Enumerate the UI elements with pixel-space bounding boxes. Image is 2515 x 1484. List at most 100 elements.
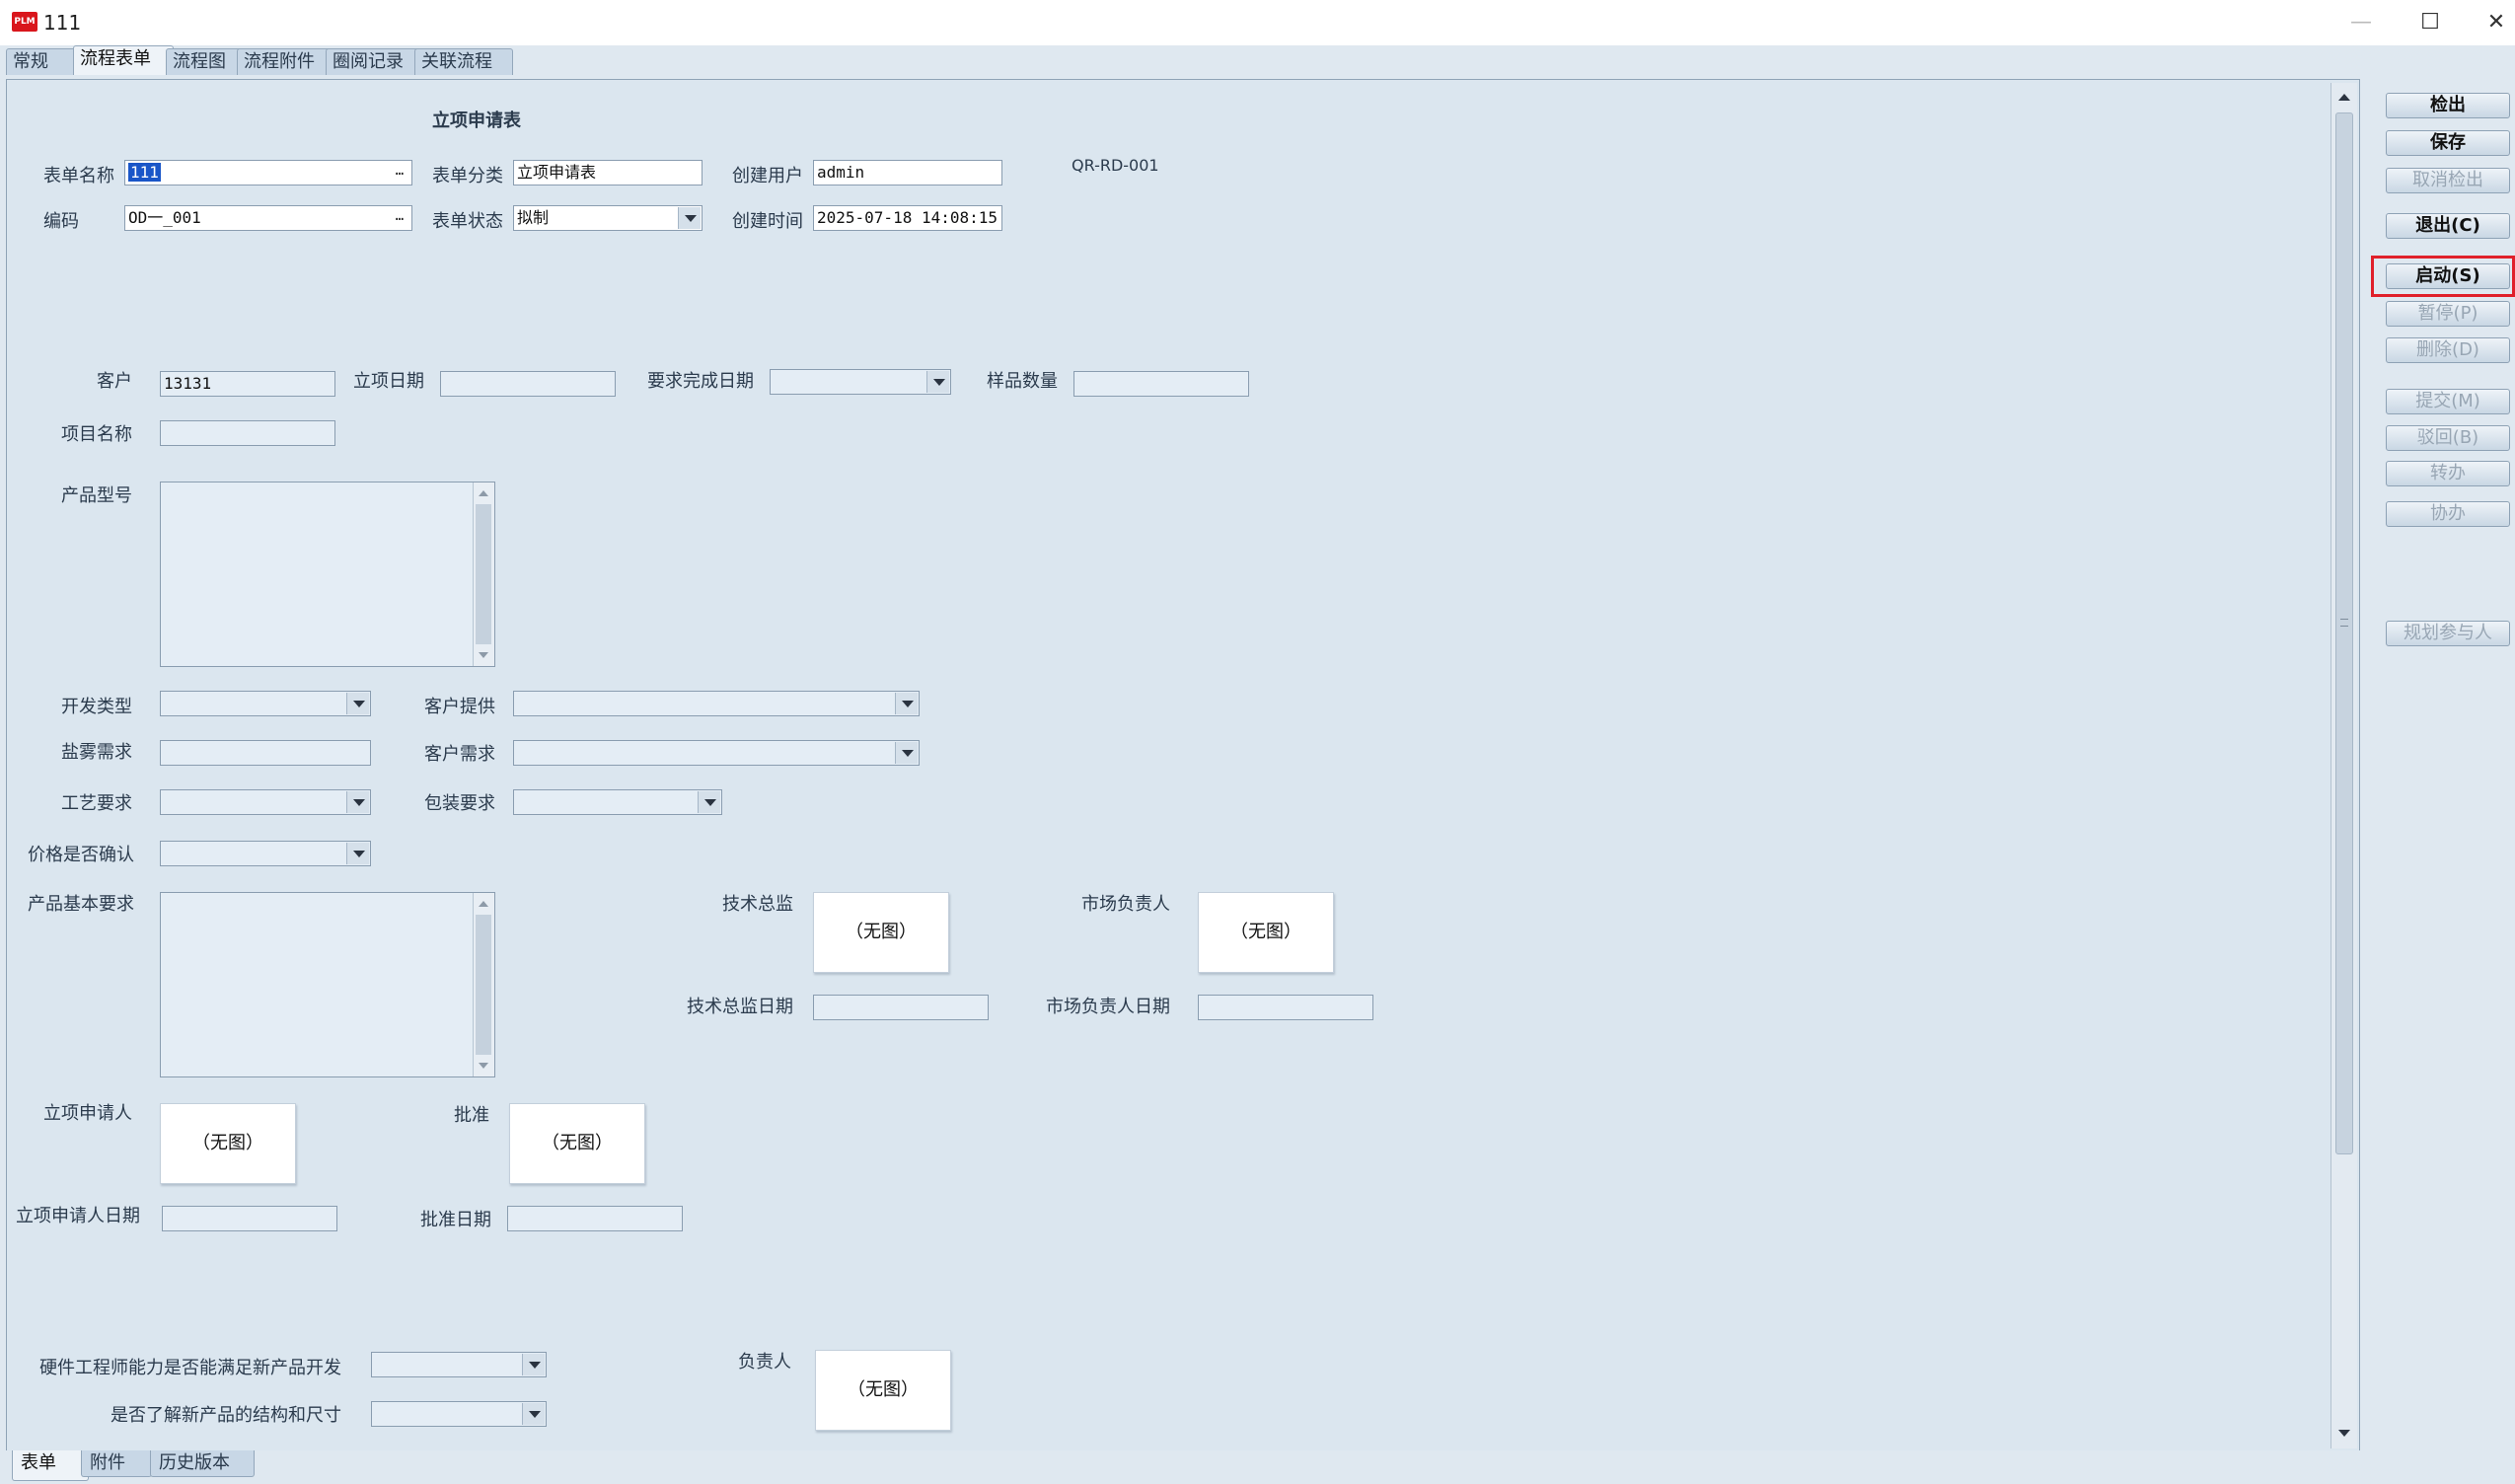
exit-button[interactable]: 退出(C)	[2386, 213, 2510, 239]
save-button[interactable]: 保存	[2386, 130, 2510, 156]
scroll-up-icon[interactable]	[477, 486, 490, 500]
market-lead-date-field[interactable]	[1198, 995, 1373, 1020]
top-tab-bar: 常规 流程表单 流程图 流程附件 圈阅记录 关联流程	[0, 45, 2515, 75]
form-name-label: 表单名称	[43, 166, 114, 186]
form-panel	[6, 79, 2360, 1452]
code-field[interactable]: OD一_001 …	[124, 205, 412, 231]
customer-demand-select[interactable]	[513, 740, 920, 766]
close-icon[interactable]: ✕	[2474, 6, 2515, 39]
tech-director-date-field[interactable]	[813, 995, 989, 1020]
applicant-date-field[interactable]	[162, 1206, 337, 1231]
tab-review-records[interactable]: 圈阅记录	[326, 48, 424, 75]
scroll-thumb[interactable]	[476, 504, 491, 644]
scroll-up-icon[interactable]	[477, 897, 490, 911]
status-label: 表单状态	[432, 211, 503, 232]
chevron-down-icon[interactable]	[522, 1354, 545, 1375]
tab-related-process[interactable]: 关联流程	[414, 48, 513, 75]
approve-date-field[interactable]	[507, 1206, 683, 1231]
window-title-bar: PLM 111 — ☐ ✕	[0, 0, 2515, 46]
owner-signature[interactable]: （无图）	[815, 1350, 951, 1431]
tab-attachments[interactable]: 附件	[81, 1450, 152, 1477]
price-confirmed-label: 价格是否确认	[28, 845, 134, 865]
chevron-down-icon[interactable]	[346, 843, 369, 864]
tab-process-diagram[interactable]: 流程图	[166, 48, 247, 75]
start-button-highlight	[2371, 256, 2515, 297]
pause-button[interactable]: 暂停(P)	[2386, 301, 2510, 327]
project-name-label: 项目名称	[61, 424, 132, 445]
scroll-up-icon[interactable]	[2335, 89, 2353, 107]
scroll-thumb[interactable]	[2335, 112, 2353, 1154]
project-name-field[interactable]	[160, 420, 335, 446]
category-field[interactable]: 立项申请表	[513, 160, 703, 186]
ellipsis-icon[interactable]: …	[388, 161, 411, 185]
hw-capability-select[interactable]	[371, 1352, 547, 1377]
product-model-label: 产品型号	[61, 485, 132, 506]
tab-history-versions[interactable]: 历史版本	[150, 1450, 255, 1477]
tab-form[interactable]: 表单	[12, 1450, 89, 1481]
cancel-checkout-button[interactable]: 取消检出	[2386, 168, 2510, 193]
product-model-textarea[interactable]	[160, 482, 495, 667]
chevron-down-icon[interactable]	[346, 693, 369, 714]
market-lead-date-label: 市场负责人日期	[1046, 997, 1170, 1017]
minimize-icon[interactable]: —	[2338, 6, 2384, 39]
chevron-down-icon[interactable]	[895, 742, 918, 764]
dev-type-select[interactable]	[160, 691, 371, 716]
form-scrollbar[interactable]	[2330, 83, 2357, 1448]
reject-button[interactable]: 驳回(B)	[2386, 425, 2510, 451]
bottom-tab-bar: 表单 附件 历史版本	[0, 1450, 2515, 1484]
window-title: 111	[43, 11, 82, 35]
status-value: 拟制	[517, 208, 550, 227]
scroll-down-icon[interactable]	[477, 648, 490, 662]
submit-button[interactable]: 提交(M)	[2386, 389, 2510, 414]
salt-spray-label: 盐雾需求	[61, 742, 132, 763]
plm-logo-icon: PLM	[12, 12, 37, 32]
basic-req-textarea[interactable]	[160, 892, 495, 1077]
assist-button[interactable]: 协办	[2386, 501, 2510, 527]
scroll-down-icon[interactable]	[477, 1059, 490, 1073]
structure-known-select[interactable]	[371, 1401, 547, 1427]
customer-supply-select[interactable]	[513, 691, 920, 716]
required-date-label: 要求完成日期	[647, 371, 754, 392]
scroll-thumb[interactable]	[476, 915, 491, 1055]
created-time-field[interactable]: 2025-07-18 14:08:15	[813, 205, 1002, 231]
chevron-down-icon[interactable]	[926, 371, 949, 393]
maximize-icon[interactable]: ☐	[2407, 6, 2453, 39]
status-select[interactable]: 拟制	[513, 205, 703, 231]
delete-button[interactable]: 删除(D)	[2386, 337, 2510, 363]
ellipsis-icon[interactable]: …	[388, 206, 411, 230]
creator-field[interactable]: admin	[813, 160, 1002, 186]
tab-process-form[interactable]: 流程表单	[73, 45, 174, 75]
chevron-down-icon[interactable]	[698, 791, 720, 813]
textarea-scrollbar[interactable]	[473, 893, 494, 1076]
process-req-select[interactable]	[160, 789, 371, 815]
textarea-scrollbar[interactable]	[473, 482, 494, 666]
packaging-req-select[interactable]	[513, 789, 722, 815]
creator-label: 创建用户	[732, 166, 803, 186]
chevron-down-icon[interactable]	[522, 1403, 545, 1425]
tech-director-signature[interactable]: （无图）	[813, 892, 949, 973]
doc-code: QR-RD-001	[1072, 156, 1159, 175]
basic-req-label: 产品基本要求	[28, 894, 134, 915]
market-lead-signature[interactable]: （无图）	[1198, 892, 1334, 973]
sample-qty-field[interactable]	[1073, 371, 1249, 397]
customer-field[interactable]: 13131	[160, 371, 335, 397]
form-name-field[interactable]: 111 …	[124, 160, 412, 186]
tab-process-attachments[interactable]: 流程附件	[237, 48, 335, 75]
form-name-value: 111	[128, 163, 161, 182]
process-req-label: 工艺要求	[61, 793, 132, 814]
approve-signature[interactable]: （无图）	[509, 1103, 645, 1184]
chevron-down-icon[interactable]	[895, 693, 918, 714]
applicant-signature[interactable]: （无图）	[160, 1103, 296, 1184]
plan-participants-button[interactable]: 规划参与人	[2386, 621, 2510, 646]
transfer-button[interactable]: 转办	[2386, 461, 2510, 486]
chevron-down-icon[interactable]	[678, 207, 701, 229]
project-date-field[interactable]	[440, 371, 616, 397]
salt-spray-field[interactable]	[160, 740, 371, 766]
tab-general[interactable]: 常规	[6, 48, 79, 75]
scroll-down-icon[interactable]	[2335, 1425, 2353, 1443]
required-date-select[interactable]	[770, 369, 951, 395]
tech-director-date-label: 技术总监日期	[687, 997, 793, 1017]
checkout-button[interactable]: 检出	[2386, 93, 2510, 118]
chevron-down-icon[interactable]	[346, 791, 369, 813]
price-confirmed-select[interactable]	[160, 841, 371, 866]
